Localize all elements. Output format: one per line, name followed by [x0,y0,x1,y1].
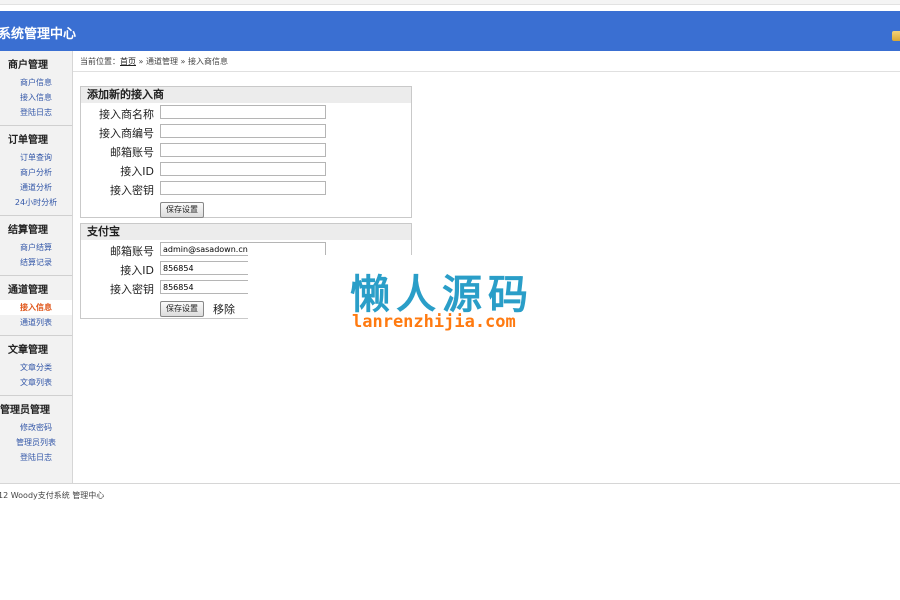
breadcrumb-divider [73,71,900,72]
sidebar-item-merchant-info[interactable]: 商户信息 [0,75,72,90]
browser-top-strip [0,0,900,5]
sidebar-item-merchant-analysis[interactable]: 商户分析 [0,165,72,180]
breadcrumb-section: 通道管理 [145,57,178,66]
sidebar-item-article-categories[interactable]: 文章分类 [0,360,72,375]
field-label: 接入商名称 [99,108,154,121]
sidebar-group-channels: 通道管理 接入信息 通道列表 [0,276,72,336]
form-row: 接入商名称 [81,104,411,123]
field-label: 接入ID [120,165,154,178]
sidebar-item-change-password[interactable]: 修改密码 [0,420,72,435]
watermark-url: lanrenzhijia.com [352,312,516,332]
sidebar-item-article-list[interactable]: 文章列表 [0,375,72,390]
field-label: 接入ID [120,264,154,277]
sidebar-group-orders: 订单管理 订单查询 商户分析 通道分析 24小时分析 [0,126,72,216]
sidebar-group-admins: 管理员管理 修改密码 管理员列表 登陆日志 [0,396,72,470]
panel-title: 支付宝 [81,224,411,240]
breadcrumb: 当前位置：首页 » 通道管理 » 接入商信息 [80,56,228,67]
provider-name-field[interactable] [160,105,326,119]
form-row: 邮箱账号 [81,142,411,161]
sidebar-item-channel-access-info[interactable]: 接入信息 [0,300,72,315]
sidebar: 商户管理 商户信息 接入信息 登陆日志 订单管理 订单查询 商户分析 通道分析 … [0,51,73,483]
footer-text: 12 Woody支付系统 管理中心 [0,491,105,500]
user-icon[interactable] [892,31,900,41]
sidebar-item-channel-list[interactable]: 通道列表 [0,315,72,330]
sidebar-item-settlement-records[interactable]: 结算记录 [0,255,72,270]
provider-code-field[interactable] [160,124,326,138]
field-label: 接入密钥 [110,283,154,296]
sidebar-group-articles: 文章管理 文章分类 文章列表 [0,336,72,396]
sidebar-group-title: 订单管理 [8,135,48,146]
alipay-save-button[interactable]: 保存设置 [160,301,204,317]
field-label: 邮箱账号 [110,146,154,159]
field-label: 接入密钥 [110,184,154,197]
sidebar-group-merchant: 商户管理 商户信息 接入信息 登陆日志 [0,51,72,126]
form-row: 接入ID [81,161,411,180]
field-label: 邮箱账号 [110,245,154,258]
sidebar-group-title: 商户管理 [8,60,48,71]
access-key-field[interactable] [160,181,326,195]
add-provider-panel: 添加新的接入商 接入商名称 接入商编号 邮箱账号 接入ID 接入密钥 保存设置 [80,86,412,218]
sidebar-item-access-info[interactable]: 接入信息 [0,90,72,105]
breadcrumb-separator: » [177,57,188,66]
breadcrumb-current: 接入商信息 [187,57,228,66]
sidebar-item-merchant-settlement[interactable]: 商户结算 [0,240,72,255]
sidebar-item-admin-login-log[interactable]: 登陆日志 [0,450,72,465]
access-id-field[interactable] [160,162,326,176]
sidebar-group-title: 结算管理 [8,225,48,236]
sidebar-group-settlement: 结算管理 商户结算 结算记录 [0,216,72,276]
app-title: 系统管理中心 [0,27,77,42]
breadcrumb-separator: » [136,57,146,66]
breadcrumb-prefix: 当前位置： [80,57,120,66]
form-row: 接入商编号 [81,123,411,142]
footer-divider [0,483,900,484]
sidebar-group-title: 文章管理 [8,345,48,356]
panel-title: 添加新的接入商 [81,87,411,103]
remove-link[interactable]: 移除 [213,301,235,317]
field-label: 接入商编号 [99,127,154,140]
header-bar: 系统管理中心 [0,11,900,51]
sidebar-item-24h-analysis[interactable]: 24小时分析 [0,195,72,210]
sidebar-group-title: 通道管理 [8,285,48,296]
sidebar-item-login-log[interactable]: 登陆日志 [0,105,72,120]
breadcrumb-home-link[interactable]: 首页 [120,57,136,66]
sidebar-group-title: 管理员管理 [0,405,50,416]
email-field[interactable] [160,143,326,157]
save-button[interactable]: 保存设置 [160,202,204,218]
alipay-email-field[interactable] [160,242,326,256]
form-row: 接入密钥 [81,180,411,199]
sidebar-item-admin-list[interactable]: 管理员列表 [0,435,72,450]
sidebar-item-order-query[interactable]: 订单查询 [0,150,72,165]
sidebar-item-channel-analysis[interactable]: 通道分析 [0,180,72,195]
